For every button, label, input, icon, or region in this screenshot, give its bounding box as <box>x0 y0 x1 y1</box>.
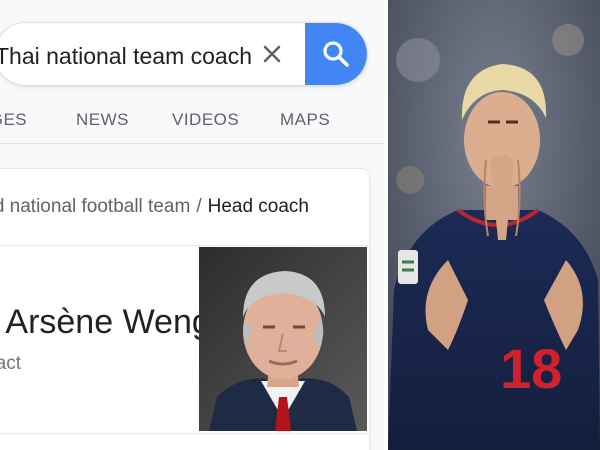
search-input[interactable]: Thai national team coach <box>0 41 257 71</box>
card-bottom-divider <box>0 433 369 434</box>
tab-maps[interactable]: MAPS <box>280 110 330 130</box>
search-button[interactable] <box>305 23 367 85</box>
player-photo: 18 <box>388 0 600 450</box>
player-image: 18 <box>388 0 600 450</box>
clear-button[interactable] <box>257 39 287 69</box>
tab-videos[interactable]: VIDEOS <box>172 110 239 130</box>
entity-name-wrap: Arsène Wenger <box>5 303 199 342</box>
knowledge-card: Thailand national football team/Head coa… <box>0 168 370 450</box>
search-tabs: IMAGES NEWS VIDEOS MAPS <box>0 96 384 144</box>
search-bar[interactable]: Thai national team coach <box>0 22 368 86</box>
search-results-screenshot: Thai national team coach IMAGES NEWS VID… <box>0 0 384 450</box>
entity-name[interactable]: Arsène Wenger <box>5 303 199 341</box>
coach-photo[interactable] <box>199 247 367 431</box>
entity-subtitle: Contract <box>0 353 21 374</box>
svg-text:18: 18 <box>500 337 562 400</box>
close-icon <box>263 45 281 63</box>
entity-subtitle-wrap: Contract <box>0 353 21 375</box>
tab-images[interactable]: IMAGES <box>0 110 27 130</box>
breadcrumb-current: Head coach <box>207 196 309 217</box>
search-icon <box>323 41 349 67</box>
coach-portrait-image <box>199 247 367 431</box>
entity-text-clip: Arsène Wenger Contract <box>0 169 199 450</box>
tab-news[interactable]: NEWS <box>76 110 129 130</box>
